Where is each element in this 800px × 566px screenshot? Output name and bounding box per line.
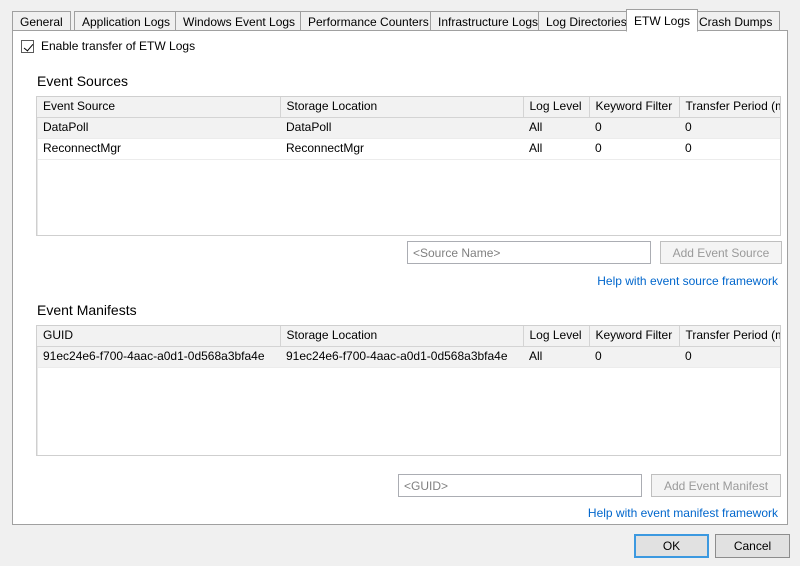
cell-log-level[interactable]: All <box>523 138 589 160</box>
column-header-guid[interactable]: GUID <box>37 326 281 347</box>
tab-etw-logs[interactable]: ETW Logs <box>626 9 699 32</box>
tab-label: ETW Logs <box>634 13 691 28</box>
tab-label: Crash Dumps <box>699 14 773 29</box>
cell-log-level[interactable]: All <box>523 117 589 139</box>
add-event-manifest-button[interactable]: Add Event Manifest <box>651 474 781 497</box>
tab-strip: General Application Logs Windows Event L… <box>12 9 788 32</box>
tab-infrastructure-logs[interactable]: Infrastructure Logs <box>430 11 547 31</box>
event-manifests-title: Event Manifests <box>37 302 137 318</box>
tab-crash-dumps[interactable]: Crash Dumps <box>691 11 781 31</box>
cell-transfer-period[interactable]: 0 <box>679 117 780 139</box>
grid-column-separator <box>37 118 38 235</box>
cell-storage-location[interactable]: ReconnectMgr <box>280 138 523 160</box>
table-row[interactable]: DataPoll DataPoll All 0 0 <box>37 117 780 139</box>
add-event-manifest-row: <GUID> Add Event Manifest <box>398 474 781 497</box>
event-manifests-table: GUID Storage Location Log Level Keyword … <box>37 326 780 368</box>
table-header-row: GUID Storage Location Log Level Keyword … <box>37 326 780 347</box>
tab-label: Infrastructure Logs <box>438 14 539 29</box>
tab-application-logs[interactable]: Application Logs <box>74 11 179 31</box>
column-header-keyword-filter[interactable]: Keyword Filter <box>589 326 680 347</box>
event-sources-title: Event Sources <box>37 73 129 89</box>
cell-transfer-period[interactable]: 0 <box>679 138 780 160</box>
event-manifests-grid[interactable]: GUID Storage Location Log Level Keyword … <box>36 325 781 456</box>
add-event-source-button[interactable]: Add Event Source <box>660 241 782 264</box>
cell-keyword-filter[interactable]: 0 <box>589 138 679 160</box>
cell-storage-location[interactable]: 91ec24e6-f700-4aac-a0d1-0d568a3bfa4e <box>280 346 523 368</box>
table-header-row: Event Source Storage Location Log Level … <box>37 97 780 118</box>
cancel-button[interactable]: Cancel <box>715 534 790 558</box>
enable-transfer-checkbox[interactable] <box>21 39 34 53</box>
grid-column-separator <box>37 347 38 455</box>
cell-transfer-period[interactable]: 0 <box>679 346 780 368</box>
cell-guid[interactable]: 91ec24e6-f700-4aac-a0d1-0d568a3bfa4e <box>37 346 280 368</box>
add-event-source-row: <Source Name> Add Event Source <box>407 241 782 264</box>
tab-label: Performance Counters <box>308 14 429 29</box>
event-manifest-help-link[interactable]: Help with event manifest framework <box>588 506 778 520</box>
tab-label: Application Logs <box>82 14 171 29</box>
tab-log-directories[interactable]: Log Directories <box>538 11 635 31</box>
cell-event-source[interactable]: ReconnectMgr <box>37 138 280 160</box>
guid-input[interactable]: <GUID> <box>398 474 642 497</box>
tab-label: Windows Event Logs <box>183 14 296 29</box>
table-row[interactable]: 91ec24e6-f700-4aac-a0d1-0d568a3bfa4e 91e… <box>37 346 780 368</box>
event-source-help-link[interactable]: Help with event source framework <box>597 274 778 288</box>
enable-transfer-row[interactable]: Enable transfer of ETW Logs <box>21 39 195 53</box>
cell-storage-location[interactable]: DataPoll <box>280 117 523 139</box>
cell-event-source[interactable]: DataPoll <box>37 117 280 139</box>
cell-keyword-filter[interactable]: 0 <box>589 117 679 139</box>
tab-windows-event-logs[interactable]: Windows Event Logs <box>175 11 304 31</box>
tab-general[interactable]: General <box>12 11 71 31</box>
table-row[interactable]: ReconnectMgr ReconnectMgr All 0 0 <box>37 138 780 160</box>
tab-performance-counters[interactable]: Performance Counters <box>300 11 437 31</box>
column-header-keyword-filter[interactable]: Keyword Filter <box>589 97 680 118</box>
column-header-transfer-period[interactable]: Transfer Period (min) <box>679 97 780 118</box>
tab-label: Log Directories <box>546 14 627 29</box>
event-sources-table: Event Source Storage Location Log Level … <box>37 97 780 160</box>
column-header-transfer-period[interactable]: Transfer Period (min) <box>679 326 780 347</box>
cell-log-level[interactable]: All <box>523 346 589 368</box>
column-header-log-level[interactable]: Log Level <box>523 326 590 347</box>
ok-button[interactable]: OK <box>634 534 709 558</box>
column-header-log-level[interactable]: Log Level <box>523 97 590 118</box>
etw-logs-panel: Enable transfer of ETW Logs Event Source… <box>12 30 788 525</box>
column-header-storage-location[interactable]: Storage Location <box>280 97 524 118</box>
enable-transfer-label: Enable transfer of ETW Logs <box>41 39 196 53</box>
column-header-storage-location[interactable]: Storage Location <box>280 326 524 347</box>
cell-keyword-filter[interactable]: 0 <box>589 346 679 368</box>
event-sources-grid[interactable]: Event Source Storage Location Log Level … <box>36 96 781 236</box>
tab-label: General <box>20 14 63 29</box>
column-header-event-source[interactable]: Event Source <box>37 97 281 118</box>
source-name-input[interactable]: <Source Name> <box>407 241 651 264</box>
